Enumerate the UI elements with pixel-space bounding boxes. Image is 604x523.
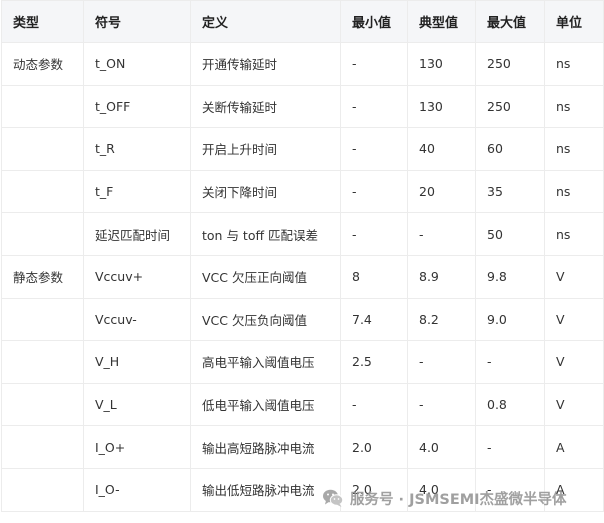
cell-definition: 关闭下降时间 xyxy=(190,169,341,214)
cell-type xyxy=(1,425,84,469)
cell-type xyxy=(1,297,84,342)
cell-typ: 130 xyxy=(407,84,476,129)
table-row: 静态参数 Vccuv+ VCC 欠压正向阈值 8 8.9 9.8 V xyxy=(1,254,604,299)
cell-min: - xyxy=(340,382,408,427)
table-row: Vccuv- VCC 欠压负向阈值 7.4 8.2 9.0 V xyxy=(1,297,604,342)
header-typ: 典型值 xyxy=(407,0,476,43)
cell-symbol: t_OFF xyxy=(83,84,191,129)
cell-min: 2.5 xyxy=(340,340,408,384)
cell-symbol: V_H xyxy=(83,340,191,384)
cell-typ: 8.2 xyxy=(407,297,476,342)
cell-definition: VCC 欠压正向阈值 xyxy=(190,254,341,299)
cell-min: - xyxy=(340,169,408,214)
table-row: I_O+ 输出高短路脉冲电流 2.0 4.0 - A xyxy=(1,425,604,469)
cell-max: - xyxy=(475,425,545,469)
cell-typ: 40 xyxy=(407,127,476,171)
cell-definition: 输出低短路脉冲电流 xyxy=(190,467,341,512)
cell-unit: ns xyxy=(544,127,604,171)
header-max: 最大值 xyxy=(475,0,545,43)
cell-type xyxy=(1,127,84,171)
cell-max: 50 xyxy=(475,212,545,256)
header-symbol: 符号 xyxy=(83,0,191,43)
cell-typ: 4.0 xyxy=(407,467,476,512)
header-unit: 单位 xyxy=(544,0,604,43)
cell-type xyxy=(1,467,84,512)
cell-symbol: I_O- xyxy=(83,467,191,512)
cell-type xyxy=(1,212,84,256)
cell-type xyxy=(1,382,84,427)
cell-definition: 开通传输延时 xyxy=(190,42,341,86)
cell-unit: A xyxy=(544,425,604,469)
cell-max: 250 xyxy=(475,84,545,129)
cell-definition: ton 与 toff 匹配误差 xyxy=(190,212,341,256)
cell-unit: ns xyxy=(544,169,604,214)
cell-min: 8 xyxy=(340,254,408,299)
cell-min: - xyxy=(340,127,408,171)
cell-max: 250 xyxy=(475,42,545,86)
cell-max: 60 xyxy=(475,127,545,171)
cell-max: 9.8 xyxy=(475,254,545,299)
cell-type: 动态参数 xyxy=(1,42,84,86)
cell-symbol: t_ON xyxy=(83,42,191,86)
cell-unit: V xyxy=(544,340,604,384)
header-definition: 定义 xyxy=(190,0,341,43)
cell-symbol: V_L xyxy=(83,382,191,427)
cell-max: 35 xyxy=(475,169,545,214)
cell-symbol: Vccuv+ xyxy=(83,254,191,299)
cell-symbol: Vccuv- xyxy=(83,297,191,342)
cell-type xyxy=(1,84,84,129)
cell-typ: 8.9 xyxy=(407,254,476,299)
table-row: t_R 开启上升时间 - 40 60 ns xyxy=(1,127,604,171)
header-type: 类型 xyxy=(1,0,84,43)
cell-unit: A xyxy=(544,467,604,512)
table-row: 延迟匹配时间 ton 与 toff 匹配误差 - - 50 ns xyxy=(1,212,604,256)
cell-definition: VCC 欠压负向阈值 xyxy=(190,297,341,342)
cell-unit: V xyxy=(544,297,604,342)
cell-definition: 高电平输入阈值电压 xyxy=(190,340,341,384)
cell-unit: ns xyxy=(544,84,604,129)
cell-max: - xyxy=(475,467,545,512)
cell-min: - xyxy=(340,42,408,86)
cell-unit: ns xyxy=(544,42,604,86)
cell-min: 2.0 xyxy=(340,425,408,469)
cell-min: - xyxy=(340,84,408,129)
cell-typ: - xyxy=(407,382,476,427)
parameter-table: 类型 符号 定义 最小值 典型值 最大值 单位 动态参数 t_ON 开通传输延时… xyxy=(1,0,604,512)
table-row: t_OFF 关断传输延时 - 130 250 ns xyxy=(1,84,604,129)
cell-unit: ns xyxy=(544,212,604,256)
cell-unit: V xyxy=(544,382,604,427)
cell-definition: 输出高短路脉冲电流 xyxy=(190,425,341,469)
header-min: 最小值 xyxy=(340,0,408,43)
table-header-row: 类型 符号 定义 最小值 典型值 最大值 单位 xyxy=(1,0,604,43)
cell-symbol: 延迟匹配时间 xyxy=(83,212,191,256)
cell-definition: 关断传输延时 xyxy=(190,84,341,129)
cell-symbol: t_R xyxy=(83,127,191,171)
table-row: V_H 高电平输入阈值电压 2.5 - - V xyxy=(1,340,604,384)
cell-type: 静态参数 xyxy=(1,254,84,299)
cell-max: - xyxy=(475,340,545,384)
cell-definition: 开启上升时间 xyxy=(190,127,341,171)
cell-definition: 低电平输入阈值电压 xyxy=(190,382,341,427)
cell-type xyxy=(1,169,84,214)
cell-min: 7.4 xyxy=(340,297,408,342)
cell-unit: V xyxy=(544,254,604,299)
cell-max: 9.0 xyxy=(475,297,545,342)
cell-symbol: t_F xyxy=(83,169,191,214)
cell-symbol: I_O+ xyxy=(83,425,191,469)
table-row: t_F 关闭下降时间 - 20 35 ns xyxy=(1,169,604,214)
cell-typ: 130 xyxy=(407,42,476,86)
cell-typ: - xyxy=(407,340,476,384)
cell-typ: 20 xyxy=(407,169,476,214)
cell-typ: 4.0 xyxy=(407,425,476,469)
cell-min: 2.0 xyxy=(340,467,408,512)
cell-min: - xyxy=(340,212,408,256)
cell-max: 0.8 xyxy=(475,382,545,427)
cell-type xyxy=(1,340,84,384)
table-row: I_O- 输出低短路脉冲电流 2.0 4.0 - A xyxy=(1,467,604,512)
table-row: V_L 低电平输入阈值电压 - - 0.8 V xyxy=(1,382,604,427)
table-row: 动态参数 t_ON 开通传输延时 - 130 250 ns xyxy=(1,42,604,86)
cell-typ: - xyxy=(407,212,476,256)
